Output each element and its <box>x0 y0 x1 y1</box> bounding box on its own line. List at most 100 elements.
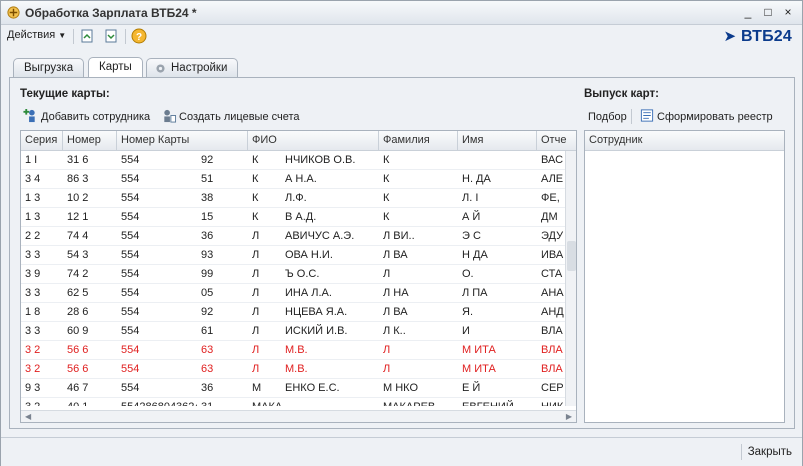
horizontal-scrollbar[interactable]: ◀ ▶ <box>21 410 576 422</box>
current-cards-table[interactable]: Серия Номер Номер Карты ФИО Фамилия Имя … <box>20 130 577 423</box>
table-cell: 99 <box>201 268 214 280</box>
create-accounts-button[interactable]: Создать лицевые счета <box>179 111 300 123</box>
column-card-number[interactable]: Номер Карты <box>117 131 248 151</box>
table-cell: Ъ О.С. <box>285 268 320 280</box>
footer: Закрыть <box>1 437 802 466</box>
actions-menu-button[interactable]: Действия ▼ <box>7 29 66 41</box>
column-employee[interactable]: Сотрудник <box>585 131 784 151</box>
table-cell: 3 9 <box>25 268 41 280</box>
window-title: Обработка Зарплата ВТБ24 * <box>25 6 197 20</box>
table-cell: Л ВА <box>383 306 408 318</box>
table-cell: 62 5 <box>67 287 89 299</box>
table-row[interactable]: 1 I 31 6 554 92 К НЧИКОВ О.В. К ВАС <box>21 151 566 170</box>
scroll-left-icon[interactable]: ◀ <box>25 412 31 421</box>
table-row[interactable]: 3 3 62 5 554 05 Л ИНА Л.А. Л НА Л ПА АНА <box>21 284 566 303</box>
table-cell: К <box>383 211 390 223</box>
table-cell: 554 <box>121 192 140 204</box>
close-window-button[interactable]: × <box>780 5 796 20</box>
table-row[interactable]: 3 2 56 6 554 63 Л М.В. Л М ИТА ВЛА <box>21 341 566 360</box>
close-button[interactable]: Закрыть <box>748 446 792 458</box>
table-cell: 1 8 <box>25 306 41 318</box>
column-full-name[interactable]: ФИО <box>248 131 379 151</box>
table-cell: Л <box>252 230 260 242</box>
column-first-name[interactable]: Имя <box>458 131 537 151</box>
table-cell: Л <box>252 306 260 318</box>
minimize-button[interactable]: _ <box>740 5 756 20</box>
table-cell: ДМ <box>541 211 558 223</box>
table-cell: 38 <box>201 192 214 204</box>
table-cell: К <box>252 192 259 204</box>
table-cell: 3 2 <box>25 363 41 375</box>
table-cell: Л <box>252 268 260 280</box>
table-cell: ВАС <box>541 154 564 166</box>
card-issue-title: Выпуск карт: <box>584 88 660 100</box>
title-bar: Обработка Зарплата ВТБ24 * _ □ × <box>1 1 802 25</box>
add-employee-button[interactable]: Добавить сотрудника <box>41 111 150 123</box>
employee-list[interactable]: Сотрудник <box>584 130 785 423</box>
table-cell: Л ПА <box>462 287 488 299</box>
table-cell: М.В. <box>285 344 308 356</box>
table-cell: 12 1 <box>67 211 89 223</box>
tab-settings[interactable]: Настройки <box>146 58 239 78</box>
select-button[interactable]: Подбор <box>588 111 627 123</box>
table-cell: Л.Ф. <box>285 192 307 204</box>
scroll-right-icon[interactable]: ▶ <box>566 412 572 421</box>
table-cell: 61 <box>201 325 214 337</box>
table-cell: Н. ДА <box>462 173 491 185</box>
table-row[interactable]: 9 3 46 7 554 36 М ЕНКО Е.С. М НКО Е Й СЕР <box>21 379 566 398</box>
table-cell: МАКАРЕВ <box>379 398 458 406</box>
table-row[interactable]: 1 3 10 2 554 38 К Л.Ф. К Л. I ФЕ, <box>21 189 566 208</box>
column-number[interactable]: Номер <box>63 131 117 151</box>
scroll-thumb[interactable] <box>567 241 576 271</box>
table-cell: М ИТА <box>462 363 496 375</box>
table-cell: АНД <box>541 306 564 318</box>
table-cell: 554 <box>121 325 140 337</box>
table-cell: И <box>462 325 470 337</box>
table-cell: МАКАРЕВ Е.Н. <box>248 398 281 406</box>
gear-icon <box>156 64 165 73</box>
table-cell: 3 3 <box>25 249 41 261</box>
table-cell: 46 7 <box>67 382 89 394</box>
current-cards-title: Текущие карты: <box>20 88 110 100</box>
tab-export[interactable]: Выгрузка <box>13 58 85 78</box>
table-cell: 92 <box>201 306 214 318</box>
table-row[interactable]: 3 9 74 2 554 99 Л Ъ О.С. Л О. СТА <box>21 265 566 284</box>
table-row[interactable]: 3 4 86 3 554 51 К А Н.А. К Н. ДА АЛЕ <box>21 170 566 189</box>
table-cell: 51 <box>201 173 214 185</box>
footer-separator <box>741 444 742 460</box>
help-icon[interactable]: ? <box>131 28 147 44</box>
create-accounts-icon <box>164 109 177 123</box>
table-cell: ФЕ, <box>541 192 560 204</box>
table-cell: ИНА Л.А. <box>285 287 332 299</box>
table-cell: 3 2 <box>21 398 63 406</box>
table-cell: 86 3 <box>67 173 89 185</box>
table-row[interactable]: 1 8 28 6 554 92 Л НЦЕВА Я.А. Л ВА Я. АНД <box>21 303 566 322</box>
table-cell: 554 <box>121 268 140 280</box>
table-row[interactable]: 1 3 12 1 554 15 К В А.Д. К А Й ДМ <box>21 208 566 227</box>
export-doc-icon[interactable] <box>103 28 119 44</box>
table-row[interactable]: 2 2 74 4 554 36 Л АВИЧУС А.Э. Л ВИ.. Э С ЭДУ <box>21 227 566 246</box>
column-patronymic[interactable]: Отче <box>537 131 576 151</box>
table-cell: Л <box>252 249 260 261</box>
table-row[interactable]: 3 3 60 9 554 61 Л ИСКИЙ И.В. Л К.. И ВЛА <box>21 322 566 341</box>
table-cell: 31 6 <box>67 154 89 166</box>
create-register-button[interactable]: Сформировать реестр <box>657 111 773 123</box>
table-cell: НЦЕВА Я.А. <box>285 306 348 318</box>
refresh-doc-icon[interactable] <box>79 28 95 44</box>
table-row[interactable]: 3 2 56 6 554 63 Л М.В. Л М ИТА ВЛА <box>21 360 566 379</box>
table-cell: 36 <box>201 382 214 394</box>
table-row[interactable]: 3 240 1554286804362431МАКАРЕВ Е.Н. МАКАРЕ… <box>21 398 566 406</box>
table-cell: НИК <box>537 398 566 406</box>
column-series[interactable]: Серия <box>21 131 63 151</box>
maximize-button[interactable]: □ <box>760 5 776 20</box>
tab-label: Настройки <box>171 62 228 74</box>
table-row[interactable]: 3 3 54 3 554 93 Л ОВА Н.И. Л ВА Н ДА ИВА <box>21 246 566 265</box>
register-icon <box>640 109 654 122</box>
table-cell: 554 <box>121 230 140 242</box>
vertical-scrollbar[interactable] <box>565 151 576 406</box>
column-surname[interactable]: Фамилия <box>379 131 458 151</box>
table-cell: А Н.А. <box>285 173 317 185</box>
table-cell: Э С <box>462 230 481 242</box>
tab-cards[interactable]: Карты <box>88 57 143 78</box>
brand-suffix: 24 <box>773 28 792 45</box>
